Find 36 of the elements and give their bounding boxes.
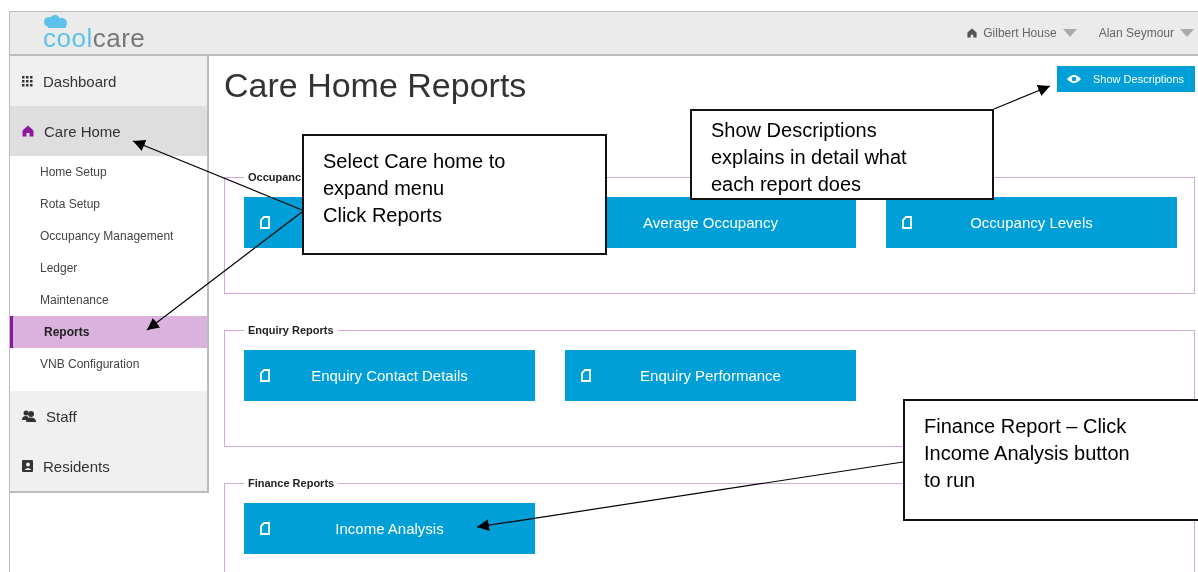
- callout-text: Income Analysis button: [924, 441, 1131, 466]
- home-icon: [22, 125, 34, 137]
- document-icon: [260, 216, 270, 229]
- cloud-icon: [43, 15, 69, 29]
- submenu-item[interactable]: Ledger: [10, 252, 207, 284]
- logo: coolcare: [43, 25, 146, 51]
- submenu-item[interactable]: Maintenance: [10, 284, 207, 316]
- callout-text: Select Care home to: [323, 149, 507, 174]
- submenu-item[interactable]: VNB Configuration: [10, 348, 207, 380]
- contact-card-icon: [22, 460, 33, 472]
- eye-icon: [1067, 74, 1081, 84]
- submenu-item[interactable]: Occupancy Management: [10, 220, 207, 252]
- page-title: Care Home Reports: [224, 66, 527, 105]
- submenu-item[interactable]: Home Setup: [10, 156, 207, 188]
- section-legend: Enquiry Reports: [244, 324, 338, 336]
- submenu-item[interactable]: Rota Setup: [10, 188, 207, 220]
- document-icon: [902, 216, 912, 229]
- grid-icon: [22, 75, 33, 87]
- arrow: [993, 85, 1051, 110]
- document-icon: [260, 369, 270, 382]
- callout-text: Click Reports: [323, 203, 443, 228]
- callout-text: Finance Report – Click: [924, 414, 1128, 439]
- document-icon: [260, 522, 270, 535]
- callout-text: to run: [924, 468, 977, 493]
- people-icon: [22, 410, 36, 422]
- user-menu[interactable]: Alan Seymour: [1098, 26, 1174, 40]
- callout-text: expand menu: [323, 176, 446, 201]
- section-legend: Occupanc: [244, 171, 306, 183]
- callout-text: Show Descriptions: [711, 118, 878, 143]
- sidebar-item[interactable]: Care Home: [10, 106, 207, 156]
- submenu-item[interactable]: Reports: [10, 316, 207, 348]
- callout-text: each report does: [711, 172, 863, 197]
- callout-text: explains in detail what: [711, 145, 908, 170]
- section-legend: Finance Reports: [244, 477, 339, 489]
- care-home-menu[interactable]: Gilbert House: [983, 26, 1057, 40]
- document-icon: [581, 369, 591, 382]
